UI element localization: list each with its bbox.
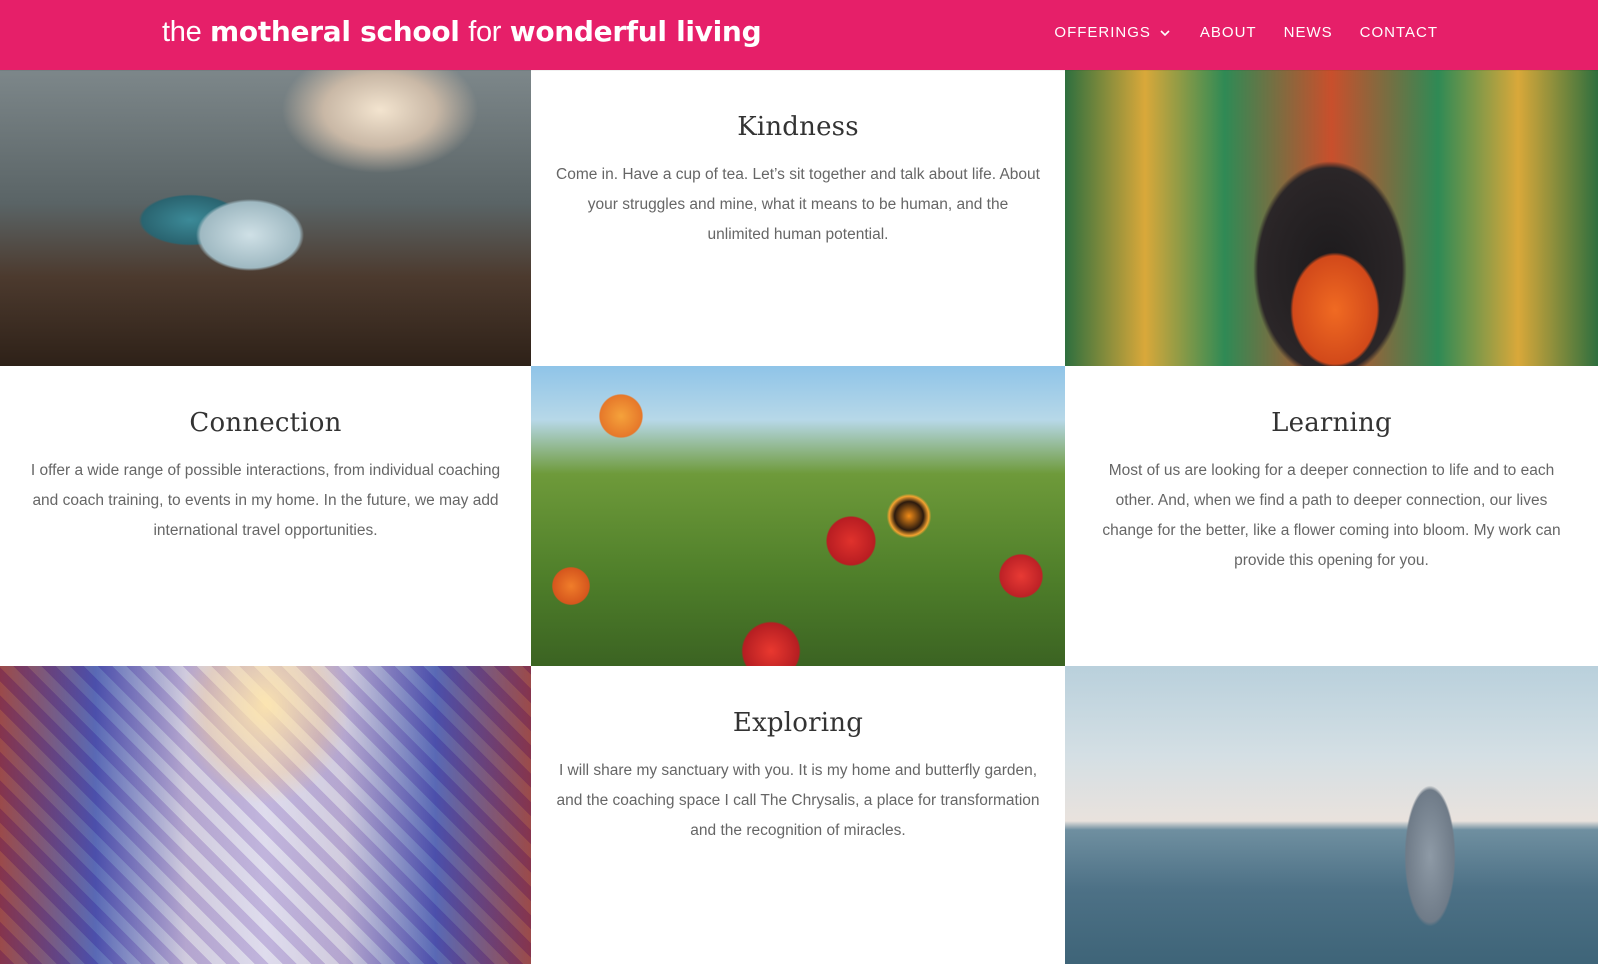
nav-news[interactable]: NEWS [1284, 22, 1333, 44]
nav-about-label: ABOUT [1199, 24, 1257, 41]
logo-word-for: for [468, 16, 502, 48]
kindness-body: Come in. Have a cup of tea. Let’s sit to… [556, 166, 1040, 243]
butterfly-flowers-image [531, 366, 1065, 666]
logo-word-motheral-school: motheral school [210, 15, 460, 48]
nav-news-label: NEWS [1283, 24, 1333, 41]
site-header: the motheral school for wonderful living… [0, 0, 1598, 70]
nav-contact-label: CONTACT [1359, 24, 1438, 41]
exploring-title: Exploring [732, 708, 864, 738]
nav-offerings[interactable]: OFFERINGS [1054, 22, 1173, 44]
learning-body: Most of us are looking for a deeper conn… [1102, 462, 1561, 569]
connection-section: Connection I offer a wide range of possi… [0, 366, 531, 666]
kindness-title: Kindness [737, 112, 859, 142]
learning-title: Learning [1271, 408, 1392, 438]
nav-about[interactable]: ABOUT [1200, 22, 1257, 44]
logo-word-wonderful-living: wonderful living [509, 15, 762, 48]
site-logo[interactable]: the motheral school for wonderful living [162, 12, 762, 52]
temple-doorway-image [1065, 70, 1598, 366]
logo-word-the: the [162, 16, 202, 48]
woman-by-sea-image [1065, 666, 1598, 964]
nav-offerings-label: OFFERINGS [1054, 24, 1151, 41]
exploring-section: Exploring I will share my sanctuary with… [531, 666, 1065, 964]
mosaic-tiles-image [0, 666, 531, 964]
learning-section: Learning Most of us are looking for a de… [1065, 366, 1598, 666]
connection-title: Connection [189, 408, 342, 438]
nav-contact[interactable]: CONTACT [1360, 22, 1438, 44]
exploring-body: I will share my sanctuary with you. It i… [556, 762, 1040, 839]
tea-cup-image [0, 70, 531, 366]
main-nav: OFFERINGS ABOUT NEWS CONTACT [1027, 22, 1438, 44]
kindness-section: Kindness Come in. Have a cup of tea. Let… [531, 70, 1065, 366]
feature-grid: Kindness Come in. Have a cup of tea. Let… [0, 70, 1598, 964]
connection-body: I offer a wide range of possible interac… [30, 462, 501, 539]
chevron-down-icon [1160, 30, 1170, 37]
